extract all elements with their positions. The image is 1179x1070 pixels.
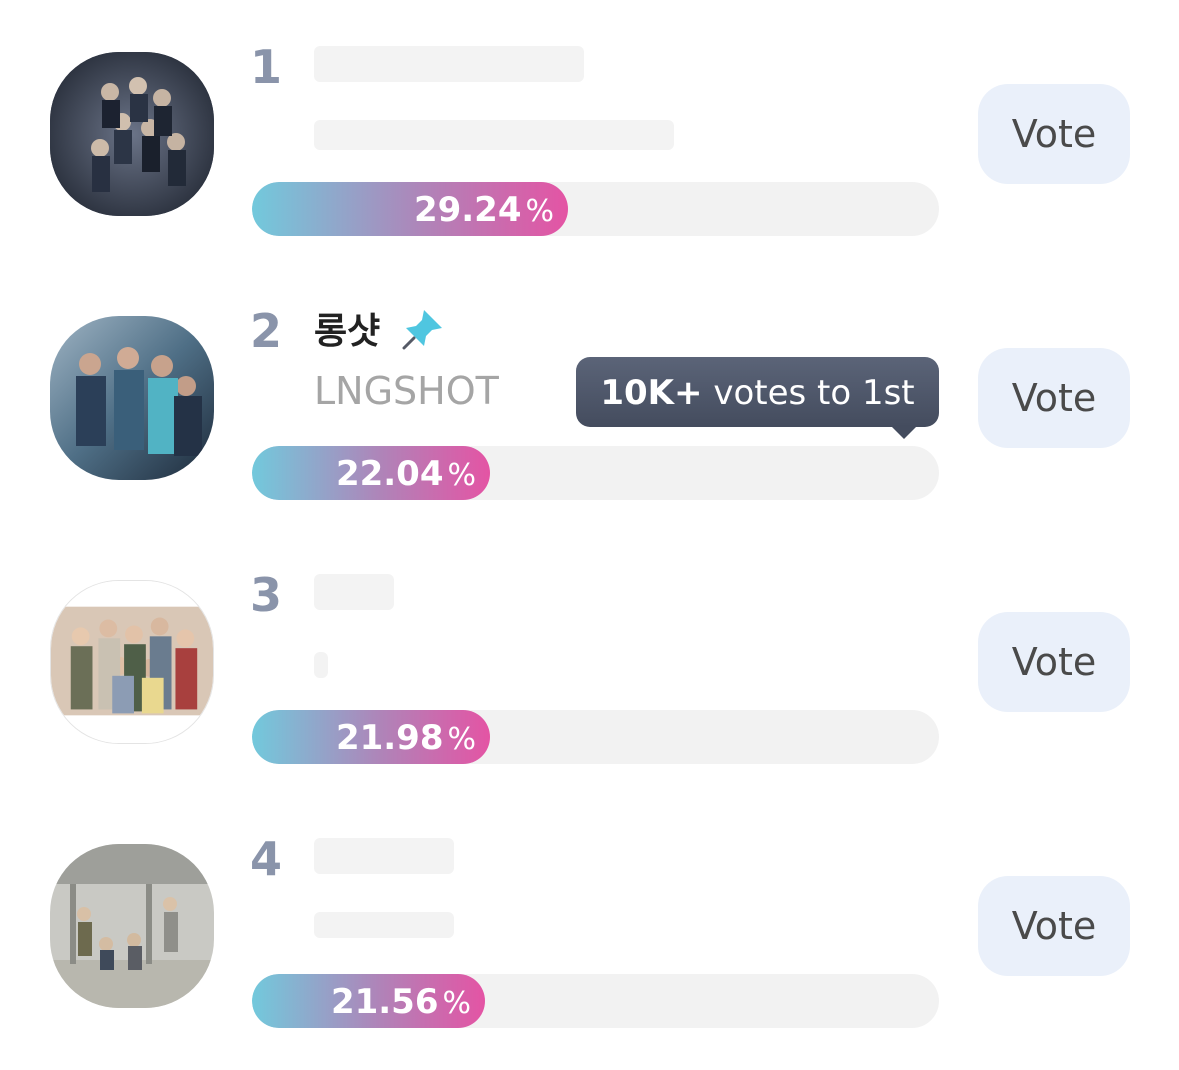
ranking-row-4: 4 21.56% Vote [0, 0, 1179, 1028]
vote-share-bar: 22.04% [252, 446, 939, 500]
artist-subname [314, 652, 328, 678]
artist-name [314, 838, 454, 874]
group-avatar [50, 844, 214, 1008]
artist-name-row: 롱샷 [314, 306, 446, 357]
vote-button[interactable]: Vote [978, 348, 1130, 448]
rank-number: 3 [250, 568, 283, 622]
votes-to-first-tooltip: 10K+ votes to 1st [576, 357, 939, 439]
rank-number: 2 [250, 304, 283, 358]
artist-subname [314, 912, 454, 938]
artist-subname: LNGSHOT [314, 369, 499, 413]
vote-share-percent: 21.98% [335, 718, 476, 758]
vote-button[interactable]: Vote [978, 876, 1130, 976]
group-avatar [50, 316, 214, 480]
artist-name [314, 574, 394, 610]
vote-share-percent: 22.04% [335, 454, 476, 494]
vote-share-bar: 21.56% [252, 974, 939, 1028]
tooltip-arrow [890, 425, 918, 439]
rank-number: 4 [250, 832, 283, 886]
vote-share-bar: 21.98% [252, 710, 939, 764]
group-avatar [50, 580, 214, 744]
vote-share-percent: 21.56% [330, 982, 471, 1022]
artist-name: 롱샷 [314, 310, 381, 352]
vote-button[interactable]: Vote [978, 612, 1130, 712]
pin-icon [402, 306, 446, 357]
